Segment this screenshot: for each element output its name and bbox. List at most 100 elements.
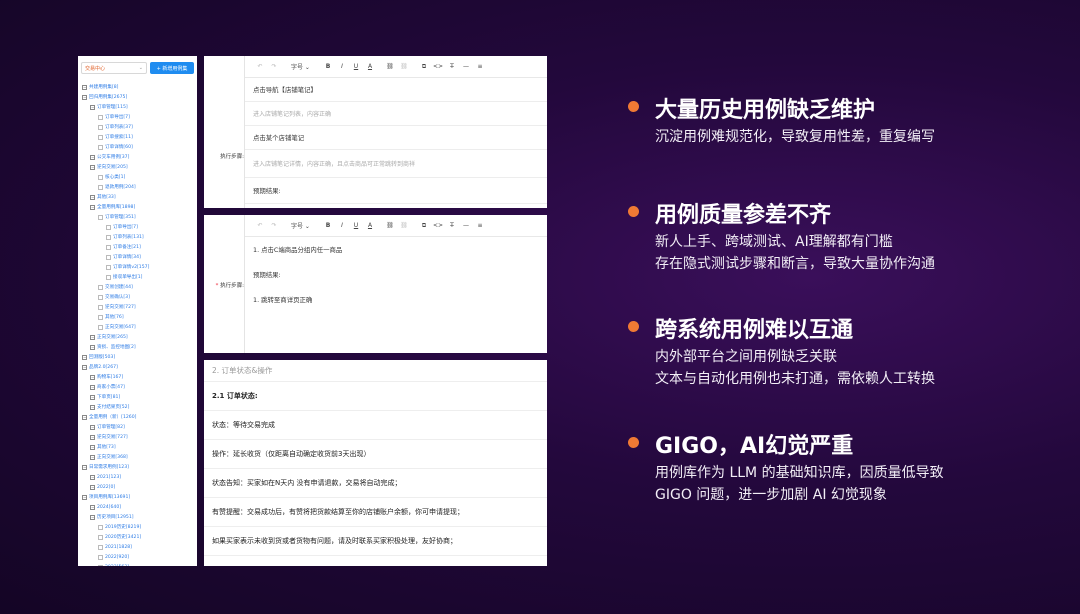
align-icon[interactable]: ≡	[473, 222, 487, 229]
font-color-icon[interactable]: A	[363, 63, 377, 70]
tree-node[interactable]: 订单详情[60]	[78, 142, 197, 152]
expand-toggle-icon[interactable]: −	[82, 364, 87, 370]
italic-icon[interactable]: I	[335, 222, 349, 229]
code-icon[interactable]: <>	[431, 63, 445, 70]
step-placeholder-text[interactable]: 进入店铺笔记详情，内容正确，且点击商品可正常跳转到商祥	[245, 150, 547, 178]
unlink-icon[interactable]: ⛓	[397, 222, 411, 229]
tree-node[interactable]: −2022[0]	[78, 482, 197, 492]
center-select[interactable]: 交易中心 ⌄	[81, 62, 147, 74]
undo-icon[interactable]: ↶	[253, 63, 267, 70]
tree-node[interactable]: 2022[920]	[78, 552, 197, 562]
tree-node[interactable]: − 购物车[167]	[78, 372, 197, 382]
tree-node[interactable]: − 下单页[81]	[78, 392, 197, 402]
tree-node[interactable]: 其他[76]	[78, 312, 197, 322]
redo-icon[interactable]: ↷	[267, 63, 281, 70]
tree-node[interactable]: − 逆向交易[205]	[78, 162, 197, 172]
expand-toggle-icon[interactable]: −	[90, 504, 95, 510]
expand-toggle-icon[interactable]: −	[90, 454, 95, 460]
font-size-dropdown[interactable]: 字号 ⌄	[287, 62, 321, 71]
step-text[interactable]: 预期结果:	[245, 178, 547, 204]
step-text[interactable]: 1. 点击C端商品分组内任一商品	[245, 237, 547, 262]
expand-toggle-icon[interactable]: −	[90, 194, 95, 200]
tree-node[interactable]: − 回测版[503]	[78, 352, 197, 362]
expand-toggle-icon[interactable]: −	[82, 494, 87, 500]
tree-node[interactable]: − 其他[73]	[78, 442, 197, 452]
tree-node[interactable]: − 全量用例库[1898]	[78, 202, 197, 212]
expand-toggle-icon[interactable]: −	[82, 94, 87, 100]
tree-node[interactable]: 订单导出[7]	[78, 222, 197, 232]
tree-node[interactable]: 订单列表[131]	[78, 232, 197, 242]
bold-icon[interactable]: B	[321, 63, 335, 70]
expand-toggle-icon[interactable]: −	[90, 154, 95, 160]
tree-node[interactable]: − 日常需求用例[123]	[78, 462, 197, 472]
tree-node[interactable]: 订单详情v2[157]	[78, 262, 197, 272]
expand-toggle-icon[interactable]: −	[90, 344, 95, 350]
expand-toggle-icon[interactable]: −	[90, 104, 95, 110]
tree-node[interactable]: −2021[123]	[78, 472, 197, 482]
tree-node[interactable]: 2023[563]	[78, 562, 197, 566]
expand-toggle-icon[interactable]: −	[82, 414, 87, 420]
tree-node[interactable]: − 订单管理[82]	[78, 422, 197, 432]
italic-icon[interactable]: I	[335, 63, 349, 70]
expand-toggle-icon[interactable]: −	[90, 484, 95, 490]
underline-icon[interactable]: U	[349, 63, 363, 70]
tree-node[interactable]: − 支付结果页[52]	[78, 402, 197, 412]
expand-toggle-icon[interactable]: −	[90, 374, 95, 380]
link-icon[interactable]: ⛓	[383, 63, 397, 70]
code-icon[interactable]: <>	[431, 222, 445, 229]
copy-format-icon[interactable]: ⧉	[417, 63, 431, 71]
tree-node[interactable]: 逆向交易[727]	[78, 302, 197, 312]
tree-node[interactable]: − 品牌2.0[267]	[78, 362, 197, 372]
underline-icon[interactable]: U	[349, 222, 363, 229]
tree-node[interactable]: 订单备注[21]	[78, 242, 197, 252]
expand-toggle-icon[interactable]: −	[90, 334, 95, 340]
editor-content[interactable]: 点击导航【店铺笔记】 进入店铺笔记列表，内容正确 点击某个店铺笔记 进入店铺笔记详情，…	[245, 78, 547, 204]
tree-node[interactable]: 核心类[1]	[78, 172, 197, 182]
unlink-icon[interactable]: ⛓	[397, 63, 411, 70]
tree-node[interactable]: − 全量用例（新）[1260]	[78, 412, 197, 422]
font-color-icon[interactable]: A	[363, 222, 377, 229]
editor-content[interactable]: 1. 点击C端商品分组内任一商品 预期结果: 1. 跳转至商详页正确	[245, 237, 547, 312]
expand-toggle-icon[interactable]: −	[82, 84, 87, 90]
expand-toggle-icon[interactable]: −	[90, 404, 95, 410]
tree-node[interactable]: − 逆向交易[727]	[78, 432, 197, 442]
expand-toggle-icon[interactable]: −	[82, 354, 87, 360]
step-text[interactable]: 预期结果:	[245, 262, 547, 287]
expand-toggle-icon[interactable]: −	[90, 434, 95, 440]
tree-node[interactable]: − 历史项目[12951]	[78, 512, 197, 522]
expand-toggle-icon[interactable]: −	[90, 514, 95, 520]
tree-node[interactable]: 订单导出[7]	[78, 112, 197, 122]
align-icon[interactable]: ≡	[473, 63, 487, 70]
tree-node[interactable]: − 公交车用例[37]	[78, 152, 197, 162]
tree-node[interactable]: − 其他[33]	[78, 192, 197, 202]
tree-node[interactable]: − 回归用例集[2675]	[78, 92, 197, 102]
undo-icon[interactable]: ↶	[253, 222, 267, 229]
step-text[interactable]: 1. 跳转至商详页正确	[245, 287, 547, 312]
tree-node[interactable]: 订单详情[34]	[78, 252, 197, 262]
tree-node[interactable]: − 正向交易[265]	[78, 332, 197, 342]
expand-toggle-icon[interactable]: −	[90, 424, 95, 430]
expand-toggle-icon[interactable]: −	[90, 394, 95, 400]
tree-node[interactable]: 正向交易[647]	[78, 322, 197, 332]
tree-node[interactable]: 2021[1828]	[78, 542, 197, 552]
expand-toggle-icon[interactable]: −	[90, 444, 95, 450]
clear-format-icon[interactable]: T̶	[445, 63, 459, 70]
editor-body[interactable]: ↶ ↷ 字号 ⌄ B I U A ⛓ ⛓ ⧉ <> T̶ — ≡ 点击导航【店铺…	[244, 56, 547, 208]
tree-node[interactable]: 订单管理[351]	[78, 212, 197, 222]
tree-node[interactable]: − 共建用例集[8]	[78, 82, 197, 92]
horizontal-rule-icon[interactable]: —	[459, 222, 473, 229]
expand-toggle-icon[interactable]: −	[90, 474, 95, 480]
editor-body[interactable]: ↶ ↷ 字号 ⌄ B I U A ⛓ ⛓ ⧉ <> T̶ — ≡ 1. 点击C端…	[244, 215, 547, 353]
tree-node[interactable]: 退款用例[204]	[78, 182, 197, 192]
tree-node[interactable]: 2019历史[8219]	[78, 522, 197, 532]
clear-format-icon[interactable]: T̶	[445, 222, 459, 229]
tree-node[interactable]: 2020历史[3421]	[78, 532, 197, 542]
tree-node[interactable]: − 项目用例库[13691]	[78, 492, 197, 502]
expand-toggle-icon[interactable]: −	[90, 164, 95, 170]
expand-toggle-icon[interactable]: −	[90, 384, 95, 390]
expand-toggle-icon[interactable]: −	[82, 464, 87, 470]
add-case-set-button[interactable]: + 新增用例集	[150, 62, 194, 74]
tree-node[interactable]: 订单搜索[11]	[78, 132, 197, 142]
tree-node[interactable]: − 商家小票[47]	[78, 382, 197, 392]
bold-icon[interactable]: B	[321, 222, 335, 229]
